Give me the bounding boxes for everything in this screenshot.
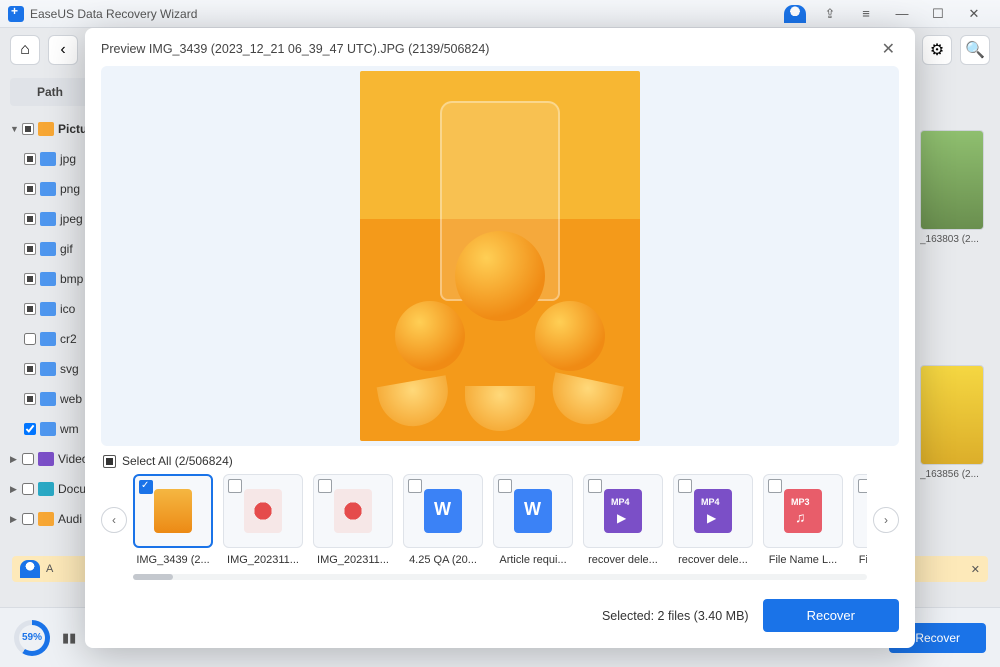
select-all-row[interactable]: Select All (2/506824) (103, 454, 897, 468)
thumb-item[interactable]: Article requi... (493, 474, 573, 566)
preview-area (101, 66, 899, 446)
thumb-item[interactable]: IMG_202311... (223, 474, 303, 566)
thumb-checkbox[interactable] (408, 479, 422, 493)
select-all-checkbox[interactable] (103, 455, 116, 468)
selected-text: Selected: 2 files (3.40 MB) (602, 609, 749, 623)
thumb-item[interactable]: recover dele... (583, 474, 663, 566)
recover-button[interactable]: Recover (763, 599, 899, 632)
thumb-checkbox[interactable] (768, 479, 782, 493)
next-button[interactable]: › (873, 507, 899, 533)
modal-overlay: Preview IMG_3439 (2023_12_21 06_39_47 UT… (0, 28, 1000, 667)
thumb-item[interactable]: IMG_3439 (2... (133, 474, 213, 566)
thumb-checkbox[interactable] (858, 479, 867, 493)
close-window-icon[interactable]: ✕ (965, 5, 983, 23)
maximize-icon[interactable]: ☐ (929, 5, 947, 23)
thumb-item[interactable]: recover dele... (673, 474, 753, 566)
thumb-checkbox[interactable] (498, 479, 512, 493)
select-all-label: Select All (2/506824) (122, 454, 233, 468)
thumb-scrollbar[interactable] (133, 574, 867, 580)
mascot-icon (784, 5, 806, 23)
prev-button[interactable]: ‹ (101, 507, 127, 533)
thumb-item[interactable]: File Name L... (763, 474, 843, 566)
preview-title: Preview IMG_3439 (2023_12_21 06_39_47 UT… (101, 42, 489, 56)
menu-icon[interactable]: ≡ (857, 5, 875, 23)
titlebar: EaseUS Data Recovery Wizard ⇪ ≡ — ☐ ✕ (0, 0, 1000, 28)
preview-image (360, 71, 640, 441)
thumb-checkbox[interactable] (318, 479, 332, 493)
thumb-checkbox[interactable] (588, 479, 602, 493)
thumb-item[interactable]: IMG_202311... (313, 474, 393, 566)
share-icon[interactable]: ⇪ (821, 5, 839, 23)
thumb-item[interactable]: 4.25 QA (20... (403, 474, 483, 566)
thumbnail-strip: ‹ IMG_3439 (2... IMG_202311... IMG_20231… (101, 474, 899, 566)
thumb-checkbox[interactable] (228, 479, 242, 493)
preview-modal: Preview IMG_3439 (2023_12_21 06_39_47 UT… (85, 28, 915, 648)
app-icon (8, 6, 24, 22)
app-title: EaseUS Data Recovery Wizard (30, 7, 197, 21)
scrollbar-handle[interactable] (133, 574, 173, 580)
thumb-item[interactable]: File Name L... (853, 474, 867, 566)
close-icon[interactable]: ✕ (878, 37, 899, 61)
thumb-checkbox[interactable] (678, 479, 692, 493)
minimize-icon[interactable]: — (893, 5, 911, 23)
thumb-checkbox[interactable] (139, 480, 153, 494)
